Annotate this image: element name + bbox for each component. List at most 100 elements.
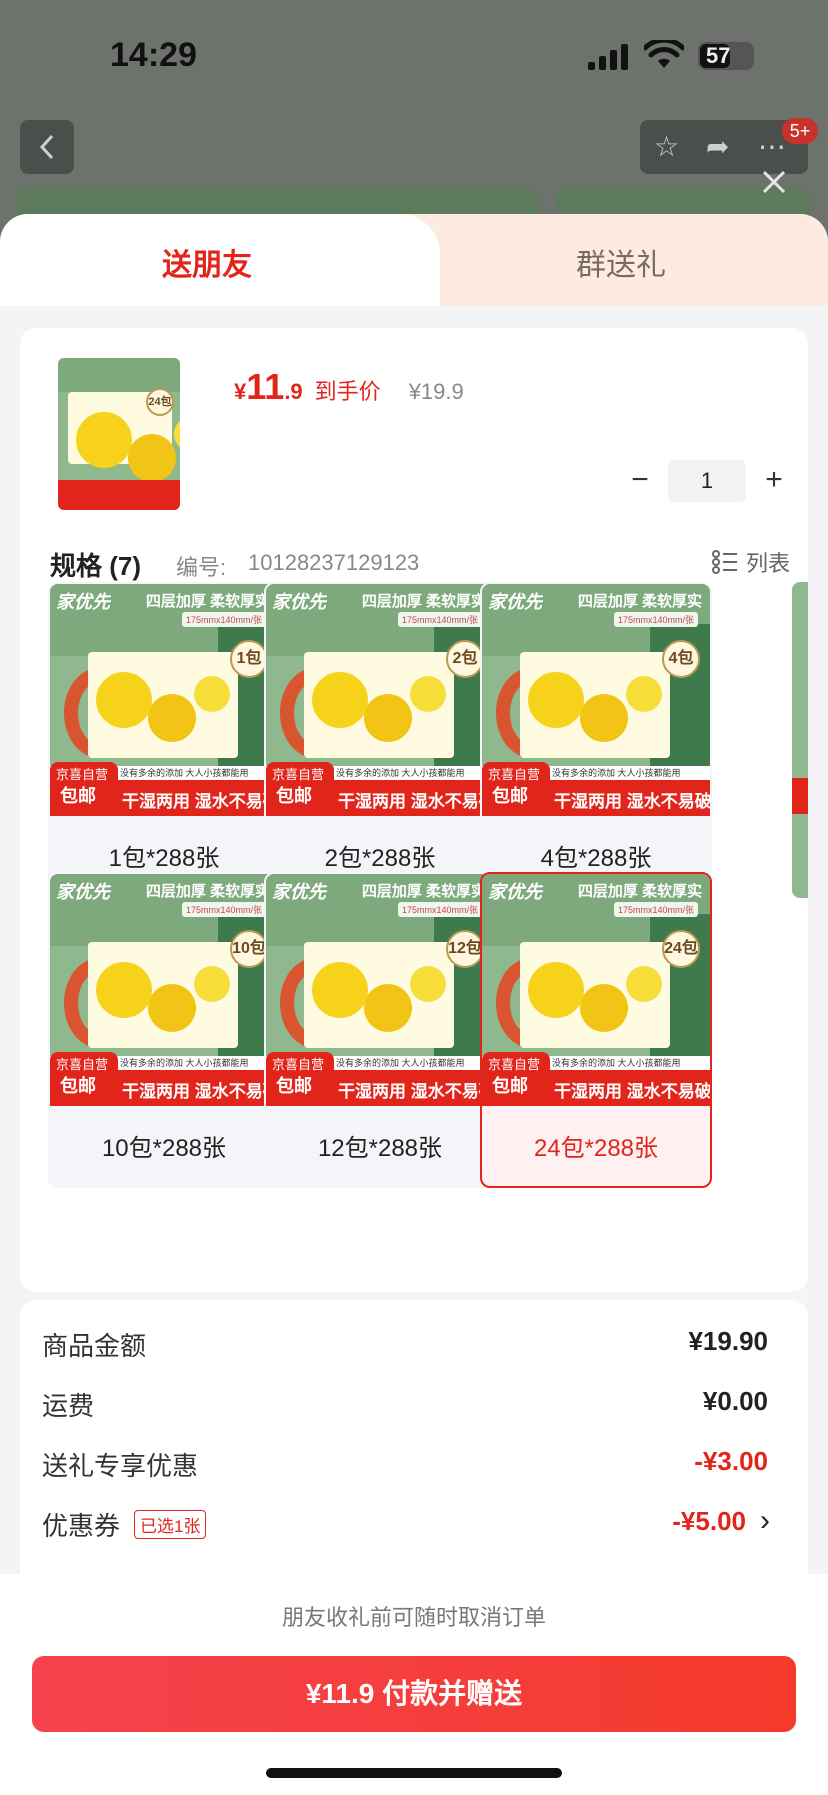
- brand-logo: 家优先: [488, 592, 542, 612]
- feature-text: 干湿两用 湿水不易破: [122, 792, 278, 811]
- option-label: 4包*288张: [540, 845, 652, 872]
- tissue-pack-image: [520, 942, 670, 1048]
- original-price: ¥19.9: [408, 379, 464, 404]
- footer: 朋友收礼前可随时取消订单 ¥11.9 付款并赠送: [0, 1574, 828, 1795]
- feature-text: 干湿两用 湿水不易破: [338, 1082, 494, 1101]
- shipping-value: ¥0.00: [702, 1386, 768, 1416]
- option-image: 家优先 四层加厚 柔软厚实 175mmx140mm/张 4包 没有多余的添加 大人小孩都…: [482, 584, 710, 816]
- pack-count-badge: 4包: [662, 640, 700, 678]
- fee-row-goods: 商品金额 ¥19.90: [42, 1322, 768, 1362]
- option-label: 10包*288张: [101, 1135, 227, 1162]
- free-shipping-label: 包邮: [276, 786, 312, 806]
- battery-icon: 57: [698, 42, 754, 70]
- list-toggle-label: 列表: [745, 551, 790, 576]
- jd-self-badge: 京喜自营包邮: [266, 762, 334, 816]
- price-row: ¥ 11 .9 到手价 ¥19.9: [234, 366, 464, 408]
- option-image: 家优先 四层加厚 柔软厚实 175mmx140mm/张 12包 没有多余的添加 大人小孩…: [266, 874, 494, 1106]
- price-decimal: .9: [284, 379, 303, 404]
- option-image: 家优先 四层加厚 柔软厚实 175mmx140mm/张 1包 没有多余的添加 大人小孩都…: [50, 584, 278, 816]
- fee-row-coupon[interactable]: 优惠券 已选1张 -¥5.00 ›: [42, 1502, 770, 1542]
- brand-logo: 家优先: [56, 592, 110, 612]
- jd-self-label: 京喜自营: [272, 767, 325, 782]
- cancel-note: 朋友收礼前可随时取消订单: [281, 1605, 546, 1630]
- feature-text: 干湿两用 湿水不易破: [338, 792, 494, 811]
- feature-text: 干湿两用 湿水不易破: [122, 1082, 278, 1101]
- image-size-note: 175mmx140mm/张: [397, 612, 482, 627]
- pack-count-badge: 2包: [446, 640, 484, 678]
- signal-icon: [588, 44, 628, 70]
- spec-option[interactable]: 家优先 四层加厚 柔软厚实 175mmx140mm/张 12包 没有多余的添加 大人小孩…: [264, 872, 496, 1188]
- image-size-note: 175mmx140mm/张: [613, 902, 698, 917]
- spec-title: 规格 (7): [50, 551, 142, 581]
- free-shipping-label: 包邮: [492, 1076, 528, 1096]
- spec-code: 10128237129123: [248, 550, 420, 575]
- image-slogan: 四层加厚 柔软厚实: [577, 593, 702, 610]
- spec-option[interactable]: 家优先 四层加厚 柔软厚实 175mmx140mm/张 10包 没有多余的添加 大人小孩…: [48, 872, 280, 1188]
- option-label: 2包*288张: [324, 845, 436, 872]
- spec-option[interactable]: 家优先 四层加厚 柔软厚实 175mmx140mm/张 2包 没有多余的添加 大人小孩都…: [264, 582, 496, 898]
- tissue-pack-image: [304, 942, 454, 1048]
- coupon-label: 优惠券: [42, 1511, 121, 1541]
- price-currency: ¥: [234, 379, 247, 404]
- price-tag: 到手价: [314, 379, 381, 404]
- pay-and-gift-button[interactable]: ¥11.9 付款并赠送: [32, 1656, 796, 1732]
- list-view-toggle[interactable]: 列表: [711, 546, 790, 578]
- image-size-note: 175mmx140mm/张: [181, 612, 266, 627]
- free-shipping-label: 包邮: [492, 786, 528, 806]
- pack-count-badge: 1包: [230, 640, 268, 678]
- spec-option[interactable]: 家优先 四层加厚 柔软厚实 175mmx140mm/张 24包 没有多余的添加 大人小孩…: [480, 872, 712, 1188]
- jd-self-badge: 京喜自营包邮: [50, 762, 118, 816]
- message-badge: 5+: [782, 118, 818, 144]
- option-image: 家优先 四层加厚 柔软厚实 175mmx140mm/张 2包 没有多余的添加 大人小孩都…: [266, 584, 494, 816]
- product-thumbnail: 24包: [58, 358, 180, 510]
- price-integer: 11: [246, 366, 285, 407]
- tab-group-gift-label[interactable]: 群送礼: [576, 240, 666, 284]
- tissue-pack-image: [520, 652, 670, 758]
- free-shipping-label: 包邮: [60, 1076, 96, 1096]
- tab-send-friend-label[interactable]: 送朋友: [162, 240, 252, 284]
- tissue-pack-image: [304, 652, 454, 758]
- jd-self-label: 京喜自营: [488, 767, 541, 782]
- tissue-pack-image: [88, 652, 238, 758]
- tab-bar: 送朋友 群送礼: [0, 214, 828, 306]
- jd-self-badge: 京喜自营 包邮: [482, 1052, 550, 1106]
- feature-text: 干湿两用 湿水不易破: [554, 792, 710, 811]
- brand-logo: 家优先: [272, 882, 326, 902]
- share-icon[interactable]: ➦: [706, 130, 729, 163]
- quantity-value[interactable]: 1: [668, 460, 746, 502]
- gift-sheet: 送朋友 群送礼 24包 ¥ 11 .9 到手价 ¥19.9 − 1 + 规格 (…: [0, 214, 828, 1795]
- spec-header: 规格 (7) 编号: 10128237129123 列表: [50, 542, 790, 582]
- option-image: 家优先 四层加厚 柔软厚实 175mmx140mm/张 10包 没有多余的添加 大人小孩…: [50, 874, 278, 1106]
- pack-count-badge: 12包: [446, 930, 484, 968]
- product-card: 24包 ¥ 11 .9 到手价 ¥19.9 − 1 + 规格 (7) 编号: 1…: [20, 328, 808, 1292]
- gift-discount-value: -¥3.00: [694, 1446, 768, 1476]
- free-shipping-label: 包邮: [60, 786, 96, 806]
- jd-self-badge: 京喜自营包邮: [482, 762, 550, 816]
- back-button[interactable]: [20, 120, 74, 174]
- status-bar: 14:29 57: [0, 0, 828, 110]
- jd-self-label: 京喜自营: [56, 1057, 109, 1072]
- spec-option[interactable]: 家优先 四层加厚 柔软厚实 175mmx140mm/张 4包 没有多余的添加 大人小孩都…: [480, 582, 712, 898]
- goods-amount-label: 商品金额: [42, 1331, 147, 1361]
- fee-row-shipping: 运费 ¥0.00: [42, 1382, 768, 1422]
- pack-count-badge: 10包: [230, 930, 268, 968]
- tissue-pack-image: [88, 942, 238, 1048]
- spec-option[interactable]: 家优先 四层加厚 柔软厚实 175mmx140mm/张 1包 没有多余的添加 大人小孩都…: [48, 582, 280, 898]
- close-icon[interactable]: [758, 166, 790, 198]
- free-shipping-label: 包邮: [276, 1076, 312, 1096]
- increase-button[interactable]: +: [754, 461, 794, 501]
- star-icon[interactable]: ☆: [654, 130, 679, 163]
- brand-logo: 家优先: [56, 882, 110, 902]
- jd-self-label: 京喜自营: [56, 767, 109, 782]
- image-slogan: 四层加厚 柔软厚实: [145, 593, 270, 610]
- option-image: 家优先 四层加厚 柔软厚实 175mmx140mm/张 24包 没有多余的添加 大人小孩…: [482, 874, 710, 1106]
- chevron-right-icon[interactable]: ›: [760, 1504, 770, 1538]
- brand-logo: 家优先: [488, 882, 542, 902]
- option-label: 1包*288张: [108, 845, 220, 872]
- status-time: 14:29: [110, 36, 197, 74]
- list-icon: [711, 550, 737, 574]
- image-size-note: 175mmx140mm/张: [181, 902, 266, 917]
- jd-self-badge: 京喜自营 包邮: [266, 1052, 334, 1106]
- decrease-button[interactable]: −: [620, 461, 660, 501]
- image-size-note: 175mmx140mm/张: [397, 902, 482, 917]
